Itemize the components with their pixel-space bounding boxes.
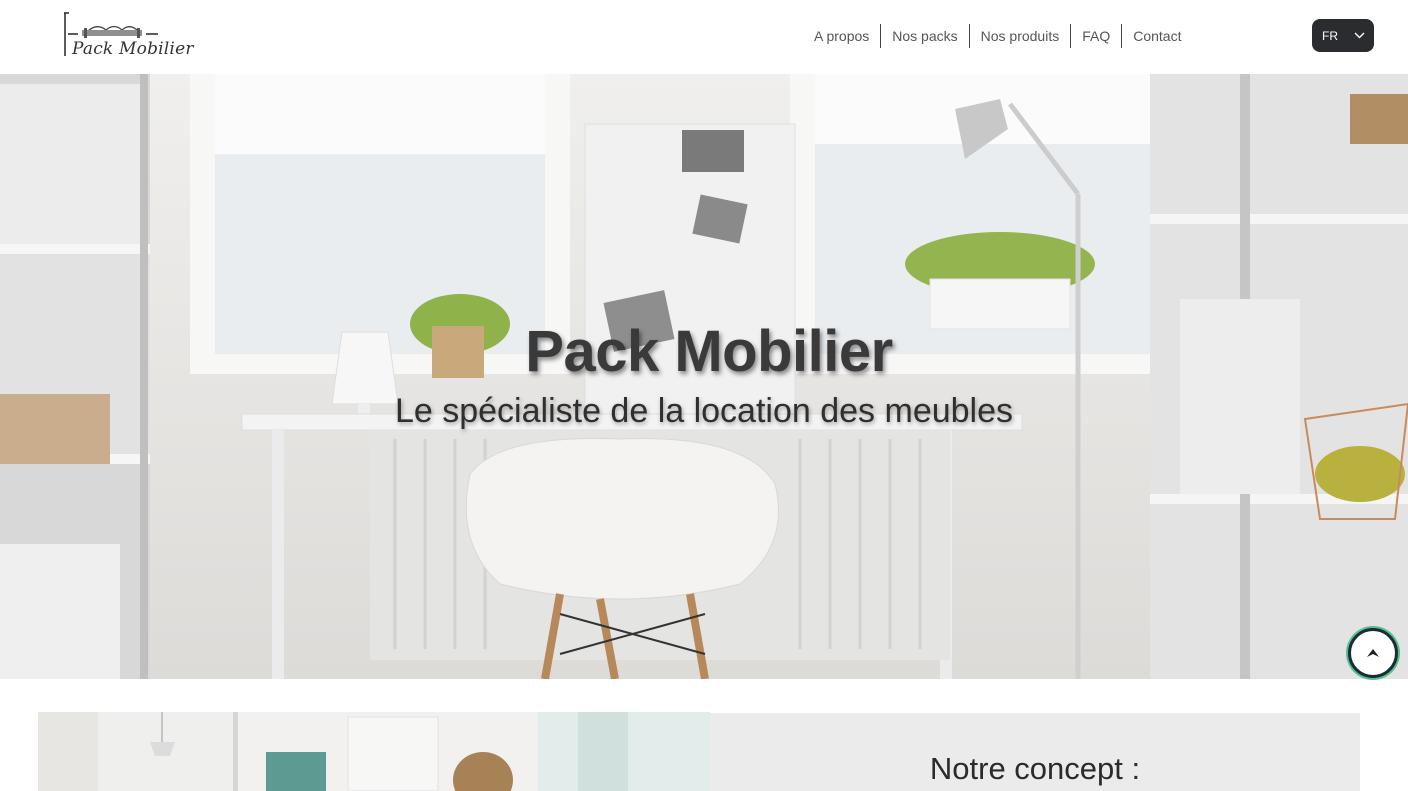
language-selector[interactable]: FR [1312, 19, 1374, 52]
nav-item-nos-packs[interactable]: Nos packs [880, 24, 968, 48]
concept-photo [38, 712, 710, 791]
language-value: FR [1322, 28, 1338, 43]
chevron-down-icon [1354, 32, 1365, 39]
logo-text: Pack Mobilier [72, 39, 194, 59]
main-nav: A propos Nos packs Nos produits FAQ Cont… [803, 24, 1192, 48]
nav-item-faq[interactable]: FAQ [1070, 24, 1121, 48]
nav-item-nos-produits[interactable]: Nos produits [968, 24, 1071, 48]
logo[interactable]: Pack Mobilier [62, 10, 193, 66]
hero-title: Pack Mobilier [525, 319, 893, 384]
nav-item-contact[interactable]: Contact [1121, 24, 1192, 48]
hero-banner: Pack Mobilier Le spécialiste de la locat… [0, 74, 1408, 679]
concept-image [38, 712, 710, 791]
nav-item-a-propos[interactable]: A propos [803, 24, 880, 48]
chevron-up-icon [1367, 649, 1379, 657]
scroll-to-top-button[interactable] [1348, 628, 1398, 678]
site-header: Pack Mobilier A propos Nos packs Nos pro… [0, 0, 1408, 74]
hero-subtitle: Le spécialiste de la location des meuble… [394, 392, 1014, 430]
concept-title: Notre concept : [929, 751, 1141, 786]
concept-panel: Notre concept : [710, 713, 1360, 791]
